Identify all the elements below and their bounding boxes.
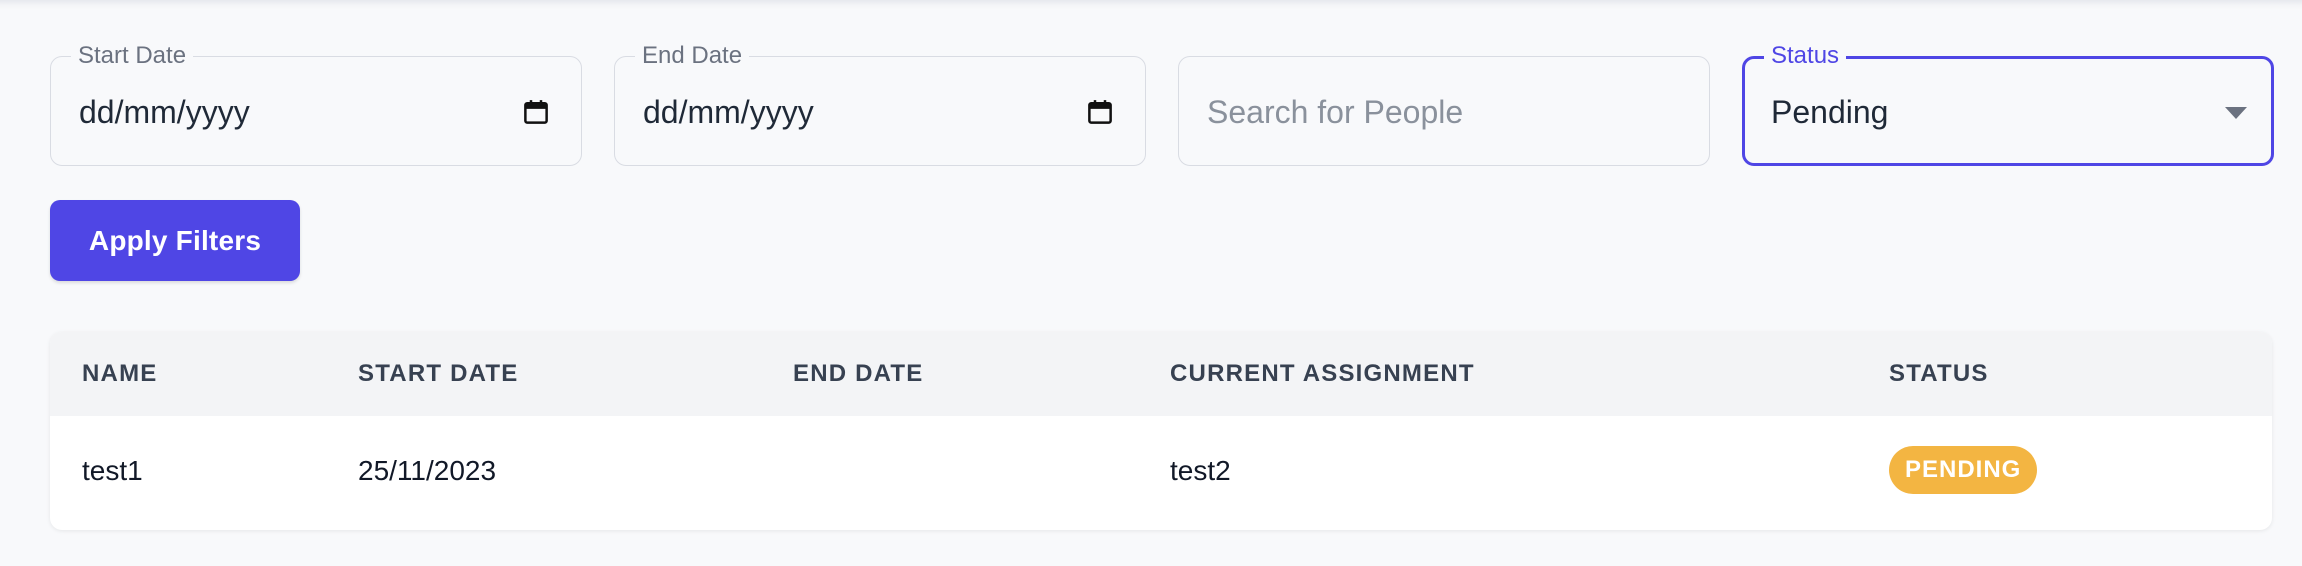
cell-name: test1 — [82, 455, 143, 486]
top-bar-shadow — [0, 0, 2302, 10]
calendar-icon[interactable] — [521, 97, 551, 127]
end-date-value[interactable]: dd/mm/yyyy — [643, 92, 814, 132]
start-date-value[interactable]: dd/mm/yyyy — [79, 92, 250, 132]
start-date-field[interactable]: Start Date dd/mm/yyyy — [50, 44, 582, 166]
column-header-name[interactable]: NAME — [82, 359, 157, 389]
apply-filters-button[interactable]: Apply Filters — [50, 200, 300, 281]
search-placeholder: Search for People — [1207, 94, 1464, 130]
status-selected-value[interactable]: Pending — [1771, 92, 1888, 132]
table-row[interactable]: test1 25/11/2023 test2 PENDING — [50, 416, 2272, 530]
table-header: NAME START DATE END DATE CURRENT ASSIGNM… — [50, 332, 2272, 416]
search-input[interactable]: Search for People — [1178, 56, 1710, 166]
column-header-end-date[interactable]: END DATE — [793, 359, 924, 389]
end-date-label: End Date — [635, 44, 750, 68]
status-badge: PENDING — [1889, 446, 2038, 494]
cell-start-date: 25/11/2023 — [358, 455, 497, 486]
cell-current-assignment: test2 — [1170, 455, 1231, 486]
caret-down-icon[interactable] — [2225, 107, 2247, 119]
start-date-label: Start Date — [71, 44, 194, 68]
calendar-icon[interactable] — [1085, 97, 1115, 127]
column-header-start-date[interactable]: START DATE — [358, 359, 518, 389]
column-header-status[interactable]: STATUS — [1889, 359, 1989, 389]
status-select[interactable]: Status Pending — [1742, 44, 2274, 166]
results-table: NAME START DATE END DATE CURRENT ASSIGNM… — [50, 332, 2272, 530]
end-date-field[interactable]: End Date dd/mm/yyyy — [614, 44, 1146, 166]
status-label: Status — [1764, 44, 1847, 68]
column-header-current-assignment[interactable]: CURRENT ASSIGNMENT — [1170, 359, 1475, 389]
